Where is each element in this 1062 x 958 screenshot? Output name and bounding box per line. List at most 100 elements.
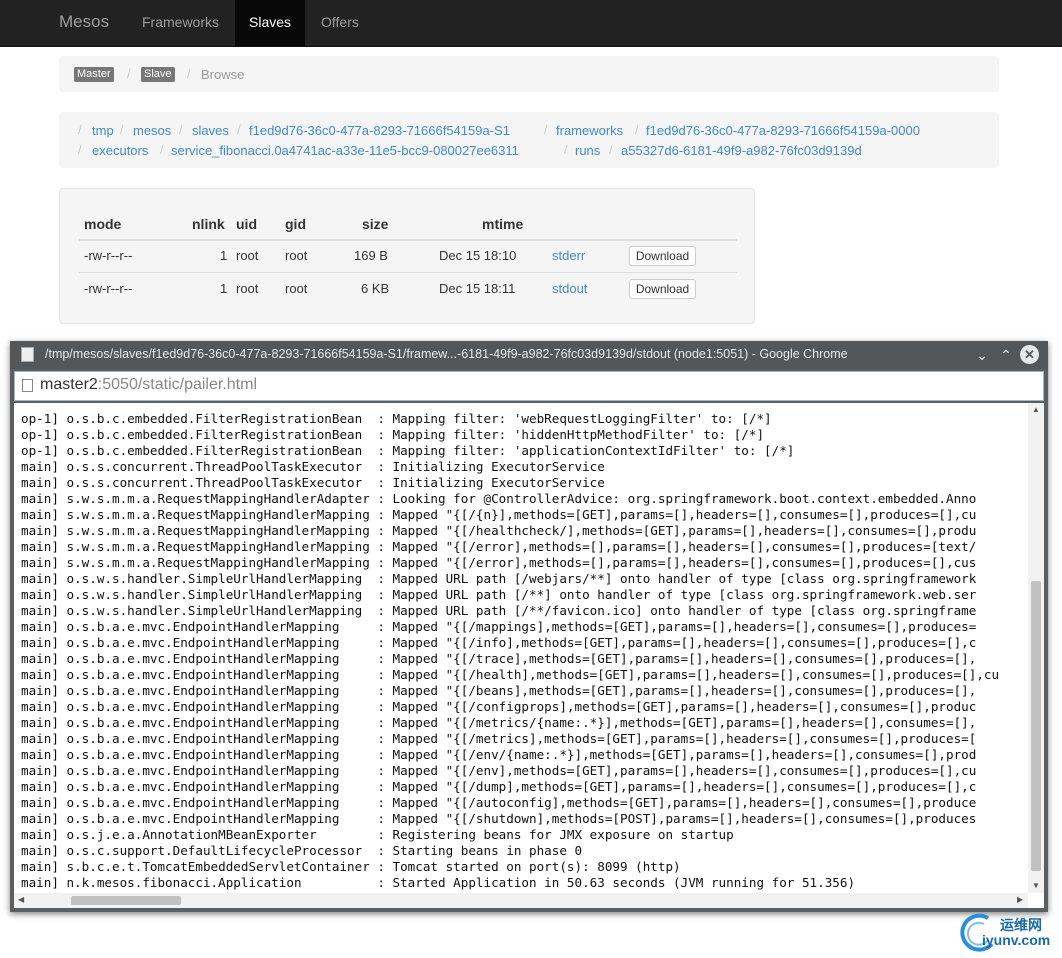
- file-listing-panel: mode nlink uid gid size mtime -rw-r--r--…: [59, 188, 755, 324]
- cell-mtime: Dec 15 18:11: [439, 281, 516, 296]
- log-line: op-1] o.s.b.c.embedded.FilterRegistratio…: [21, 427, 765, 442]
- path-separator: /: [78, 142, 82, 157]
- col-mtime: mtime: [482, 216, 524, 232]
- log-line: main] s.b.c.e.t.TomcatEmbeddedServletCon…: [21, 859, 681, 874]
- path-separator: /: [179, 122, 183, 137]
- col-uid: uid: [236, 216, 257, 232]
- horizontal-scroll-thumb[interactable]: [71, 896, 181, 905]
- cell-size: 6 KB: [361, 281, 390, 296]
- log-line: main] o.s.b.a.e.mvc.EndpointHandlerMappi…: [21, 731, 977, 746]
- path-separator: /: [564, 142, 568, 157]
- log-line: main] o.s.b.a.e.mvc.EndpointHandlerMappi…: [21, 683, 977, 698]
- window-title: /tmp/mesos/slaves/f1ed9d76-36c0-477a-829…: [45, 347, 848, 361]
- cell-size: 169 B: [354, 248, 388, 263]
- file-link-stdout[interactable]: stdout: [552, 281, 587, 296]
- crumb-frameworks[interactable]: frameworks: [556, 123, 623, 138]
- path-separator: /: [237, 122, 241, 137]
- crumb-slave-id[interactable]: f1ed9d76-36c0-477a-8293-71666f54159a-S1: [249, 123, 510, 138]
- path-breadcrumb: / tmp / mesos / slaves / f1ed9d76-36c0-4…: [59, 112, 999, 168]
- path-separator: /: [78, 122, 82, 137]
- scroll-down-icon[interactable]: ▼: [1032, 881, 1040, 890]
- url-path: :5050/static/pailer.html: [97, 376, 257, 393]
- col-mode: mode: [84, 216, 122, 232]
- nav-offers[interactable]: Offers: [307, 0, 373, 46]
- log-line: main] o.s.b.a.e.mvc.EndpointHandlerMappi…: [21, 811, 977, 826]
- master-badge[interactable]: Master: [74, 67, 114, 82]
- nav-frameworks[interactable]: Frameworks: [128, 0, 233, 46]
- nav-slaves[interactable]: Slaves: [235, 0, 305, 46]
- cell-uid: root: [236, 248, 259, 263]
- crumb-executor-id[interactable]: service_fibonacci.0a4741ac-a33e-11e5-bcc…: [171, 143, 519, 158]
- cell-uid: root: [236, 281, 259, 296]
- vertical-scrollbar[interactable]: ▲ ▼: [1028, 403, 1044, 893]
- crumb-run-id[interactable]: a55327d6-6181-49f9-a982-76fc03d9139d: [621, 143, 862, 158]
- crumb-mesos[interactable]: mesos: [133, 123, 171, 138]
- crumb-framework-id[interactable]: f1ed9d76-36c0-477a-8293-71666f54159a-000…: [646, 123, 920, 138]
- path-separator: /: [120, 122, 124, 137]
- page-icon: [22, 379, 33, 392]
- log-line: main] o.s.j.e.a.AnnotationMBeanExporter …: [21, 827, 734, 842]
- crumb-tmp[interactable]: tmp: [92, 123, 114, 138]
- cell-mtime: Dec 15 18:10: [439, 248, 517, 263]
- path-separator: /: [160, 142, 164, 157]
- log-line: main] o.s.w.s.handler.SimpleUrlHandlerMa…: [21, 571, 977, 586]
- scroll-right-icon[interactable]: ▶: [1017, 895, 1023, 904]
- log-output: op-1] o.s.b.c.embedded.FilterRegistratio…: [21, 411, 999, 891]
- log-line: main] s.w.s.m.m.a.RequestMappingHandlerM…: [21, 555, 977, 570]
- maximize-icon[interactable]: ⌃: [995, 344, 1017, 366]
- log-line: main] o.s.s.concurrent.ThreadPoolTaskExe…: [21, 459, 605, 474]
- pailer-popup-window: /tmp/mesos/slaves/f1ed9d76-36c0-477a-829…: [10, 341, 1048, 912]
- vertical-scroll-thumb[interactable]: [1031, 581, 1041, 871]
- log-line: main] o.s.b.a.e.mvc.EndpointHandlerMappi…: [21, 779, 977, 794]
- scroll-left-icon[interactable]: ◀: [18, 895, 24, 904]
- cell-mode: -rw-r--r--: [84, 248, 133, 263]
- col-gid: gid: [285, 216, 306, 232]
- path-separator: /: [635, 122, 639, 137]
- cell-nlink: 1: [220, 281, 228, 296]
- crumb-slaves[interactable]: slaves: [192, 123, 229, 138]
- slave-badge[interactable]: Slave: [141, 67, 175, 82]
- row-divider: [79, 272, 737, 273]
- download-button[interactable]: Download: [629, 279, 696, 299]
- file-link-stderr[interactable]: stderr: [552, 248, 585, 263]
- log-line: main] o.s.b.a.e.mvc.EndpointHandlerMappi…: [21, 635, 977, 650]
- document-icon: [21, 347, 34, 362]
- breadcrumb: Master / Slave / Browse: [59, 56, 999, 92]
- horizontal-scrollbar[interactable]: ◀ ▶: [14, 893, 1028, 908]
- address-bar[interactable]: master2:5050/static/pailer.html: [14, 371, 1044, 401]
- breadcrumb-current: Browse: [201, 67, 245, 82]
- log-line: main] o.s.s.concurrent.ThreadPoolTaskExe…: [21, 475, 605, 490]
- breadcrumb-separator: /: [127, 66, 131, 81]
- cell-nlink: 1: [220, 248, 228, 263]
- watermark-en: iyunv.com: [982, 932, 1051, 948]
- log-line: main] n.k.mesos.fibonacci.Application : …: [21, 875, 856, 890]
- watermark-logo: 运维网 iyunv.com: [956, 910, 1060, 956]
- crumb-runs[interactable]: runs: [575, 143, 600, 158]
- log-line: main] s.w.s.m.m.a.RequestMappingHandlerM…: [21, 523, 977, 538]
- log-line: main] o.s.b.a.e.mvc.EndpointHandlerMappi…: [21, 747, 977, 762]
- log-line: main] s.w.s.m.m.a.RequestMappingHandlerA…: [21, 491, 977, 506]
- header-divider: [79, 239, 737, 241]
- col-nlink: nlink: [192, 216, 225, 232]
- window-titlebar[interactable]: /tmp/mesos/slaves/f1ed9d76-36c0-477a-829…: [10, 341, 1048, 369]
- log-line: op-1] o.s.b.c.embedded.FilterRegistratio…: [21, 411, 772, 426]
- scroll-up-icon[interactable]: ▲: [1032, 405, 1040, 414]
- path-separator: /: [544, 122, 548, 137]
- breadcrumb-separator: /: [187, 66, 191, 81]
- log-line: op-1] o.s.b.c.embedded.FilterRegistratio…: [21, 443, 795, 458]
- download-button[interactable]: Download: [629, 246, 696, 266]
- brand-logo[interactable]: Mesos: [59, 0, 109, 46]
- log-viewer[interactable]: op-1] o.s.b.c.embedded.FilterRegistratio…: [14, 403, 1044, 908]
- path-separator: /: [609, 142, 613, 157]
- url-text[interactable]: master2:5050/static/pailer.html: [40, 376, 257, 394]
- log-line: main] s.w.s.m.m.a.RequestMappingHandlerM…: [21, 507, 977, 522]
- log-line: main] o.s.b.a.e.mvc.EndpointHandlerMappi…: [21, 699, 977, 714]
- crumb-executors[interactable]: executors: [92, 143, 148, 158]
- log-line: main] o.s.b.a.e.mvc.EndpointHandlerMappi…: [21, 763, 977, 778]
- close-icon[interactable]: ✕: [1020, 345, 1039, 364]
- log-line: main] o.s.w.s.handler.SimpleUrlHandlerMa…: [21, 587, 977, 602]
- url-host: master2: [40, 376, 98, 393]
- log-line: main] s.w.s.m.m.a.RequestMappingHandlerM…: [21, 539, 977, 554]
- log-line: main] o.s.b.a.e.mvc.EndpointHandlerMappi…: [21, 651, 977, 666]
- minimize-icon[interactable]: ⌄: [971, 344, 993, 366]
